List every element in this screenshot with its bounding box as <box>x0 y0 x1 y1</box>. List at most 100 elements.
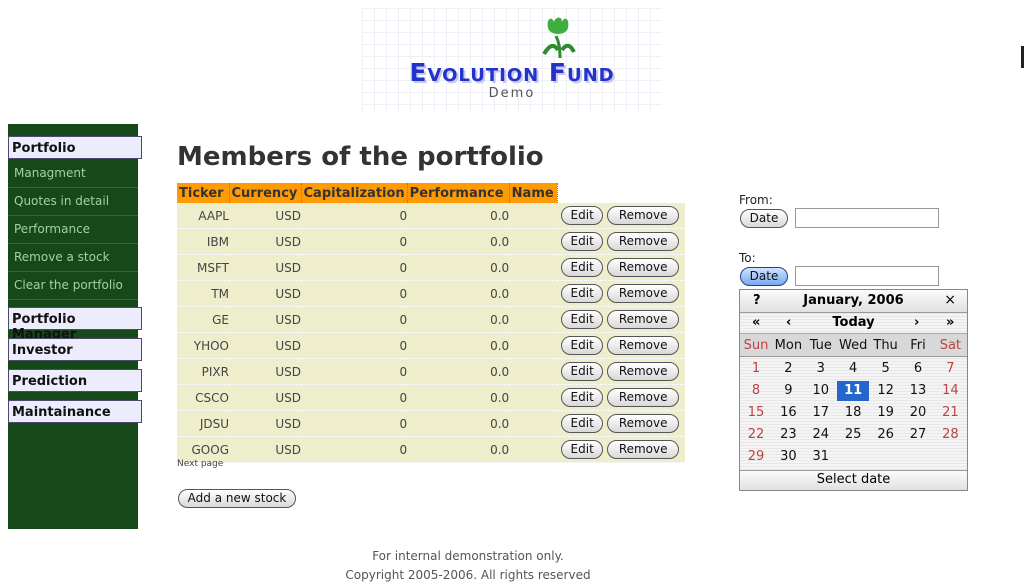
calendar-day[interactable]: 29 <box>740 447 772 467</box>
remove-button[interactable]: Remove <box>607 414 680 433</box>
remove-button[interactable]: Remove <box>607 388 680 407</box>
calendar-day[interactable]: 13 <box>902 381 934 401</box>
next-page-link[interactable]: Next page <box>177 459 223 469</box>
edit-button[interactable]: Edit <box>561 414 604 433</box>
cell-currency: USD <box>229 228 301 255</box>
next-year-button[interactable]: » <box>946 315 954 330</box>
column-header-actions <box>557 183 686 203</box>
edit-button[interactable]: Edit <box>561 284 604 303</box>
to-date-button[interactable]: Date <box>740 267 788 286</box>
menu-portfolio-manager[interactable]: Portfolio Manager <box>8 307 142 342</box>
calendar-day[interactable]: 2 <box>772 359 804 379</box>
cell-performance: 0.0 <box>407 436 510 463</box>
weekday-label: Wed <box>839 338 868 353</box>
remove-button[interactable]: Remove <box>607 310 680 329</box>
calendar-day[interactable]: 10 <box>805 381 837 401</box>
calendar-day[interactable]: 20 <box>902 403 934 423</box>
logo-title: Evolution Fund <box>409 58 615 87</box>
menu-investor[interactable]: Investor <box>8 338 142 361</box>
menu-portfolio[interactable]: Portfolio <box>8 136 142 159</box>
calendar-nav: Today « ‹ › » <box>740 313 967 334</box>
menu-prediction[interactable]: Prediction <box>8 369 142 392</box>
cell-performance: 0.0 <box>407 203 510 229</box>
menu-item-quotes-in-detail[interactable]: Quotes in detail <box>8 189 138 216</box>
calendar-day[interactable]: 30 <box>772 447 804 467</box>
calendar-day[interactable]: 1 <box>740 359 772 379</box>
calendar-day[interactable]: 11 <box>837 381 870 401</box>
evolution-fund-logo: Evolution Fund Demo <box>362 8 662 112</box>
menu-item-managment[interactable]: Managment <box>8 161 138 188</box>
logo-subtitle: Demo <box>488 86 536 101</box>
help-button[interactable]: ? <box>753 293 761 308</box>
cell-name <box>509 410 558 437</box>
calendar-day[interactable]: 24 <box>805 425 837 445</box>
table-row: TM USD 0 0.0 Edit Remove <box>177 280 686 307</box>
calendar-day[interactable]: 19 <box>870 403 902 423</box>
calendar-title-bar: January, 2006 ? × <box>740 290 967 313</box>
remove-button[interactable]: Remove <box>607 336 680 355</box>
calendar-day[interactable]: 27 <box>902 425 934 445</box>
calendar-day[interactable]: 5 <box>870 359 902 379</box>
to-date-input[interactable] <box>795 266 939 286</box>
cell-capitalization: 0 <box>301 436 408 463</box>
prev-month-button[interactable]: ‹ <box>786 315 791 330</box>
cell-currency: USD <box>229 410 301 437</box>
edit-button[interactable]: Edit <box>561 232 604 251</box>
edit-button[interactable]: Edit <box>561 388 604 407</box>
calendar-day[interactable]: 22 <box>740 425 772 445</box>
calendar-day[interactable]: 6 <box>902 359 934 379</box>
calendar-day[interactable]: 14 <box>934 381 966 401</box>
cell-actions: Edit Remove <box>557 254 686 281</box>
calendar-day[interactable]: 8 <box>740 381 772 401</box>
remove-button[interactable]: Remove <box>607 440 680 459</box>
cell-actions: Edit Remove <box>557 410 686 437</box>
edit-button[interactable]: Edit <box>561 206 604 225</box>
from-date-button[interactable]: Date <box>740 209 788 228</box>
remove-button[interactable]: Remove <box>607 232 680 251</box>
calendar-day[interactable]: 31 <box>805 447 837 467</box>
menu-maintainance[interactable]: Maintainance <box>8 400 142 423</box>
remove-button[interactable]: Remove <box>607 206 680 225</box>
prev-year-button[interactable]: « <box>752 315 760 330</box>
calendar-day[interactable]: 26 <box>870 425 902 445</box>
calendar-day[interactable]: 28 <box>934 425 966 445</box>
footer-note: For internal demonstration only. <box>372 549 564 563</box>
calendar-day[interactable]: 9 <box>772 381 804 401</box>
remove-button[interactable]: Remove <box>607 258 680 277</box>
today-button[interactable]: Today <box>740 315 967 330</box>
cell-actions: Edit Remove <box>557 306 686 333</box>
add-stock-button[interactable]: Add a new stock <box>178 489 296 508</box>
edit-button[interactable]: Edit <box>561 336 604 355</box>
calendar-day[interactable]: 23 <box>772 425 804 445</box>
calendar-day[interactable]: 17 <box>805 403 837 423</box>
edit-button[interactable]: Edit <box>561 440 604 459</box>
weekday-label: Thu <box>873 338 898 353</box>
edit-button[interactable]: Edit <box>561 310 604 329</box>
from-date-input[interactable] <box>795 208 939 228</box>
next-month-button[interactable]: › <box>914 315 919 330</box>
calendar-day[interactable]: 16 <box>772 403 804 423</box>
calendar-day[interactable]: 4 <box>837 359 869 379</box>
calendar-day[interactable]: 21 <box>934 403 966 423</box>
calendar-day[interactable]: 12 <box>870 381 902 401</box>
edit-button[interactable]: Edit <box>561 258 604 277</box>
calendar-day[interactable]: 25 <box>837 425 869 445</box>
menu-item-clear-the-portfolio[interactable]: Clear the portfolio <box>8 273 138 300</box>
calendar-day[interactable]: 15 <box>740 403 772 423</box>
cell-capitalization: 0 <box>301 254 408 281</box>
remove-button[interactable]: Remove <box>607 284 680 303</box>
menu-item-performance[interactable]: Performance <box>8 217 138 244</box>
cell-ticker: GE <box>177 306 229 333</box>
table-row: GE USD 0 0.0 Edit Remove <box>177 306 686 333</box>
calendar-day[interactable]: 3 <box>805 359 837 379</box>
table-row: GOOG USD 0 0.0 Edit Remove <box>177 436 686 463</box>
calendar-day[interactable]: 18 <box>837 403 869 423</box>
close-icon[interactable]: × <box>944 292 956 308</box>
cell-actions: Edit Remove <box>557 358 686 385</box>
menu-item-remove-a-stock[interactable]: Remove a stock <box>8 245 138 272</box>
remove-button[interactable]: Remove <box>607 362 680 381</box>
calendar-weekday-header: Sun Mon Tue Wed Thu Fri Sat <box>740 334 967 357</box>
cell-currency: USD <box>229 280 301 307</box>
edit-button[interactable]: Edit <box>561 362 604 381</box>
calendar-day[interactable]: 7 <box>934 359 966 379</box>
